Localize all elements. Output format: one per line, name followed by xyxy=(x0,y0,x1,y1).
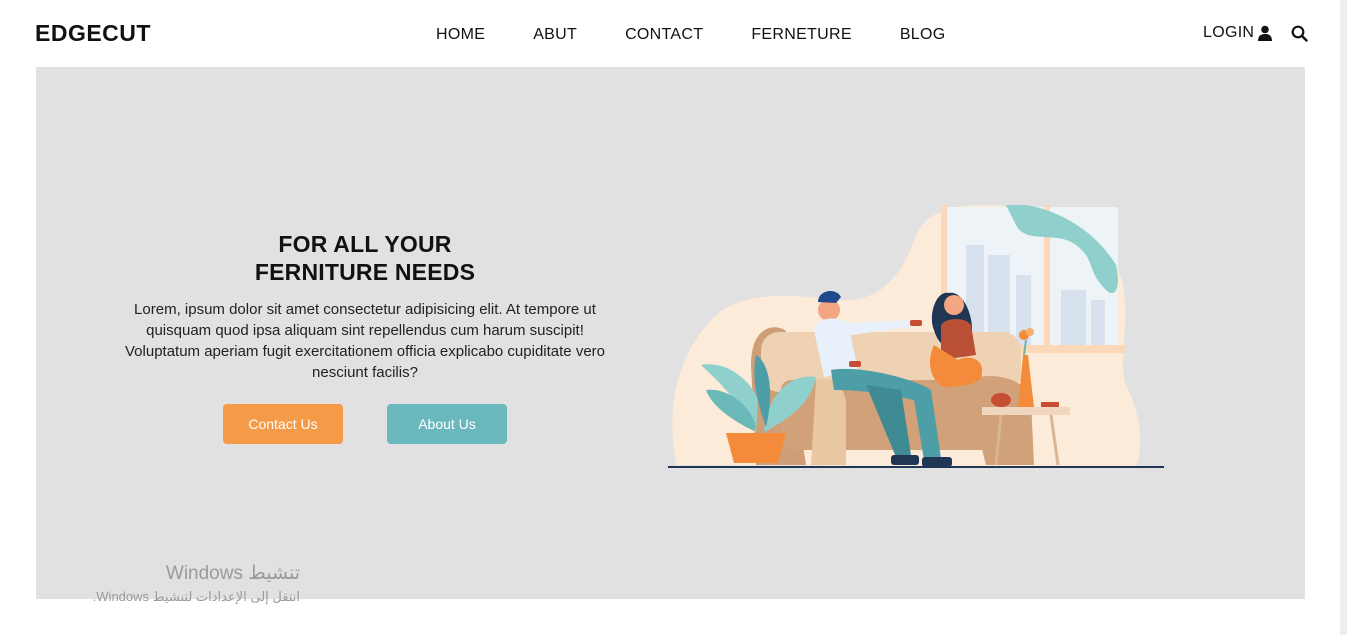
watermark-subtitle: انتقل إلى الإعدادات لتنشيط Windows. xyxy=(92,589,300,604)
navbar: EDGECUT HOME ABUT CONTACT FERNETURE BLOG… xyxy=(0,0,1330,67)
about-us-button[interactable]: About Us xyxy=(387,404,507,444)
windows-activation-watermark: تنشيط Windows انتقل إلى الإعدادات لتنشيط… xyxy=(62,562,300,608)
hero-section: FOR ALL YOUR FERNITURE NEEDS Lorem, ipsu… xyxy=(36,67,1305,599)
scrollbar-thumb[interactable] xyxy=(1340,0,1347,635)
nav-link-blog[interactable]: BLOG xyxy=(900,26,946,44)
nav-link-about[interactable]: ABUT xyxy=(533,26,577,44)
hero-description: Lorem, ipsum dolor sit amet consectetur … xyxy=(125,301,605,381)
contact-us-button[interactable]: Contact Us xyxy=(223,404,343,444)
nav-link-home[interactable]: HOME xyxy=(436,26,485,44)
hero-title: FOR ALL YOUR FERNITURE NEEDS xyxy=(166,230,564,286)
living-room-illustration xyxy=(668,205,1164,468)
hero-title-line-1: FOR ALL YOUR xyxy=(278,231,452,257)
nav-links: HOME ABUT CONTACT FERNETURE BLOG xyxy=(436,26,993,44)
user-icon xyxy=(1258,25,1273,41)
hero-title-line-2: FERNITURE NEEDS xyxy=(254,259,476,285)
nav-right: LOGIN xyxy=(1203,24,1308,42)
login-label: LOGIN xyxy=(1203,24,1255,41)
search-icon[interactable] xyxy=(1291,25,1308,42)
nav-link-furniture[interactable]: FERNETURE xyxy=(751,26,851,44)
watermark-title: تنشيط Windows xyxy=(165,563,300,584)
login-link[interactable]: LOGIN xyxy=(1203,24,1273,42)
brand-logo[interactable]: EDGECUT xyxy=(35,20,151,47)
nav-link-contact[interactable]: CONTACT xyxy=(625,26,703,44)
